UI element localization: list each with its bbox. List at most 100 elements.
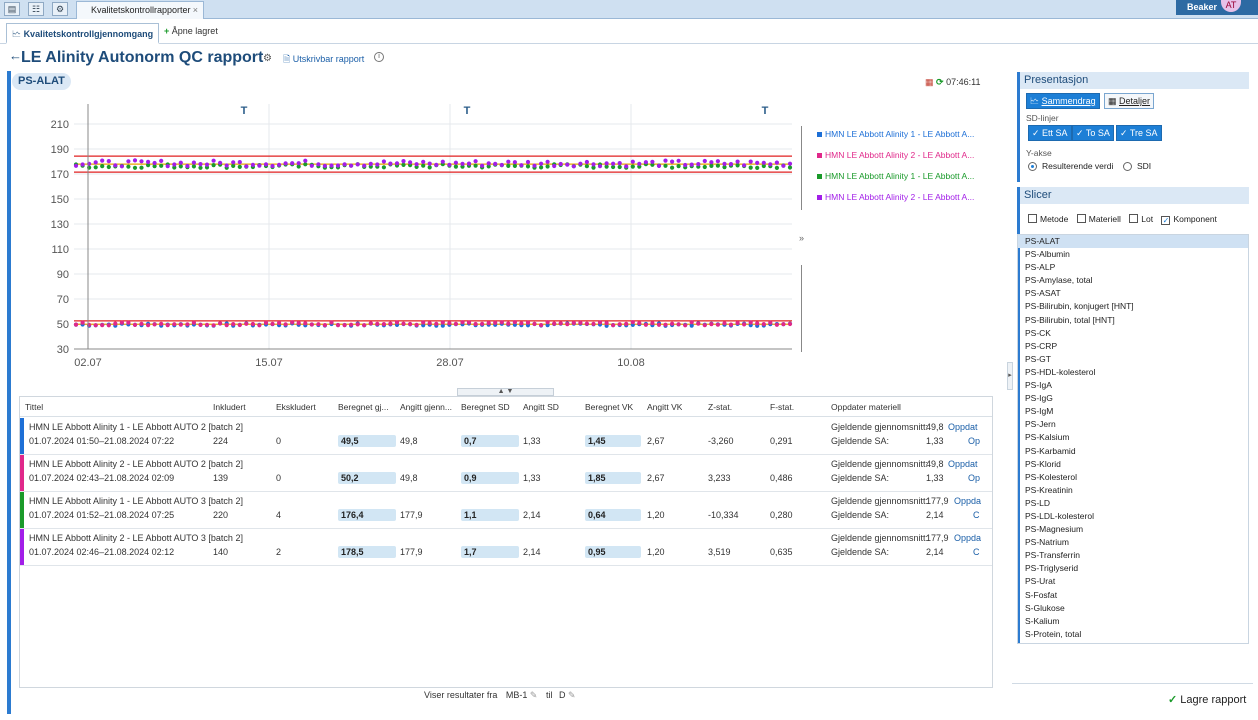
collapse-right-pane-handle[interactable]: ▸ <box>1007 362 1013 390</box>
pane-splitter[interactable]: ▲ ▼ <box>457 388 554 396</box>
component-item[interactable]: PS-Amylase, total <box>1018 274 1248 287</box>
sd2-toggle[interactable]: ✓ To SA <box>1072 125 1114 141</box>
data-point <box>611 161 616 166</box>
component-item[interactable]: S-Glukose <box>1018 602 1248 615</box>
component-item[interactable]: PS-ALP <box>1018 261 1248 274</box>
col-header[interactable]: Angitt VK <box>647 402 682 412</box>
filter-material[interactable]: Materiell <box>1076 214 1121 224</box>
component-item[interactable]: PS-Transferrin <box>1018 549 1248 562</box>
table-row[interactable]: HMN LE Abbott Alinity 2 - LE Abbott AUTO… <box>20 529 992 566</box>
save-report-button[interactable]: ✓ Lagre rapport <box>1168 693 1246 706</box>
legend-item[interactable]: HMN LE Abbott Alinity 1 - LE Abbott A... <box>801 124 981 145</box>
component-item[interactable]: S-Fosfat <box>1018 589 1248 602</box>
component-item[interactable]: PS-LD <box>1018 497 1248 510</box>
data-point <box>427 165 432 170</box>
filter-lot[interactable]: Lot <box>1129 214 1153 224</box>
data-point <box>290 320 295 325</box>
data-point <box>512 320 518 325</box>
component-item[interactable]: PS-Jern <box>1018 418 1248 431</box>
col-header[interactable]: F-stat. <box>770 402 794 412</box>
component-item[interactable]: PS-LDL-kolesterol <box>1018 510 1248 523</box>
details-view-button[interactable]: ▦ Detaljer <box>1104 93 1155 109</box>
table-row[interactable]: HMN LE Abbott Alinity 1 - LE Abbott AUTO… <box>20 418 992 455</box>
checkbox[interactable] <box>1028 214 1037 223</box>
component-item[interactable]: PS-IgM <box>1018 405 1248 418</box>
set-mean: 177,9 <box>400 510 423 520</box>
update-material-link[interactable]: Oppdat <box>948 422 978 432</box>
checkbox[interactable] <box>1129 214 1139 223</box>
checkbox-checked[interactable]: ✓ <box>1161 216 1171 225</box>
legend-item[interactable]: HMN LE Abbott Alinity 2 - LE Abbott A... <box>801 145 981 166</box>
y-option-sdi[interactable]: SDI <box>1123 160 1163 174</box>
component-item[interactable]: PS-GT <box>1018 353 1248 366</box>
edit-icon[interactable]: ✎ <box>530 690 538 700</box>
component-item[interactable]: PS-ALAT <box>1018 235 1248 249</box>
table-row[interactable]: HMN LE Abbott Alinity 1 - LE Abbott AUTO… <box>20 492 992 529</box>
col-header[interactable]: Angitt gjenn... <box>400 402 458 412</box>
component-item[interactable]: PS-HDL-kolesterol <box>1018 366 1248 379</box>
component-item[interactable]: PS-CK <box>1018 327 1248 340</box>
component-item[interactable]: PS-IgG <box>1018 392 1248 405</box>
col-header[interactable]: Beregnet VK <box>585 402 633 412</box>
component-item[interactable]: PS-Natrium <box>1018 536 1248 549</box>
sd3-toggle[interactable]: ✓ Tre SA <box>1116 125 1162 141</box>
component-item[interactable]: PS-Bilirubin, konjugert [HNT] <box>1018 300 1248 313</box>
col-header[interactable]: Tittel <box>25 402 43 412</box>
data-point <box>512 160 518 165</box>
col-header[interactable]: Inkludert <box>213 402 246 412</box>
table-row[interactable]: HMN LE Abbott Alinity 2 - LE Abbott AUTO… <box>20 455 992 492</box>
col-header[interactable]: Z-stat. <box>708 402 732 412</box>
edit-icon[interactable]: ✎ <box>568 690 576 700</box>
component-item[interactable]: PS-Triglyserid <box>1018 562 1248 575</box>
component-item[interactable]: PS-Kolesterol <box>1018 471 1248 484</box>
filter-label: Materiell <box>1088 214 1121 224</box>
y-option-result[interactable]: Resulterende verdi <box>1028 160 1138 174</box>
col-header[interactable]: Beregnet SD <box>461 402 510 412</box>
col-header[interactable]: Angitt SD <box>523 402 559 412</box>
component-item[interactable]: PS-CRP <box>1018 340 1248 353</box>
update-sd-link[interactable]: C <box>973 547 980 557</box>
set-sd: 1,33 <box>523 473 541 483</box>
save-report-label: Lagre rapport <box>1180 694 1247 706</box>
update-sd-link[interactable]: C <box>973 510 980 520</box>
included-count: 220 <box>213 510 229 520</box>
data-point <box>506 159 511 164</box>
filter-method[interactable]: Metode <box>1028 214 1068 224</box>
data-point <box>93 165 98 170</box>
col-header[interactable]: Beregnet gj... <box>338 402 394 412</box>
component-item[interactable]: PS-Bilirubin, total [HNT] <box>1018 314 1248 327</box>
data-point <box>119 164 124 169</box>
component-item[interactable]: PS-Klorid <box>1018 458 1248 471</box>
summary-view-button[interactable]: 🗠 Sammendrag <box>1026 93 1100 109</box>
component-item[interactable]: PS-Albumin <box>1018 248 1248 261</box>
component-item[interactable]: PS-Kreatinin <box>1018 484 1248 497</box>
component-item[interactable]: PS-ASAT <box>1018 287 1248 300</box>
z-stat: 3,519 <box>708 547 731 557</box>
data-point <box>617 164 622 170</box>
radio-button[interactable] <box>1028 162 1037 171</box>
update-material-link[interactable]: Oppda <box>954 496 981 506</box>
checkbox[interactable] <box>1076 214 1086 223</box>
legend-item[interactable]: HMN LE Abbott Alinity 1 - LE Abbott A... <box>801 166 981 187</box>
update-material-link[interactable]: Oppda <box>954 533 981 543</box>
component-item[interactable]: PS-Urat <box>1018 575 1248 588</box>
component-item[interactable]: PS-IgA <box>1018 379 1248 392</box>
component-item[interactable]: S-Kalium <box>1018 615 1248 628</box>
col-header[interactable]: Oppdater materiell <box>831 402 901 412</box>
legend-collapse-icon[interactable]: » <box>799 233 804 243</box>
component-item[interactable]: PS-Kalsium <box>1018 431 1248 444</box>
update-sd-link[interactable]: Op <box>968 473 980 483</box>
radio-button[interactable] <box>1123 162 1132 171</box>
update-sd-link[interactable]: Op <box>968 436 980 446</box>
calculated-cv: 0,64 <box>585 509 641 521</box>
legend-item[interactable]: HMN LE Abbott Alinity 2 - LE Abbott A... <box>801 187 981 208</box>
update-material-link[interactable]: Oppdat <box>948 459 978 469</box>
filter-component[interactable]: ✓ Komponent <box>1161 214 1217 225</box>
component-item[interactable]: PS-Magnesium <box>1018 523 1248 536</box>
component-item[interactable]: PS-Karbamid <box>1018 445 1248 458</box>
sd1-toggle[interactable]: ✓ Ett SA <box>1028 125 1072 141</box>
component-item[interactable]: S-Protein, total <box>1018 628 1248 641</box>
data-point <box>552 321 557 326</box>
data-point <box>100 158 105 163</box>
col-header[interactable]: Ekskludert <box>276 402 316 412</box>
